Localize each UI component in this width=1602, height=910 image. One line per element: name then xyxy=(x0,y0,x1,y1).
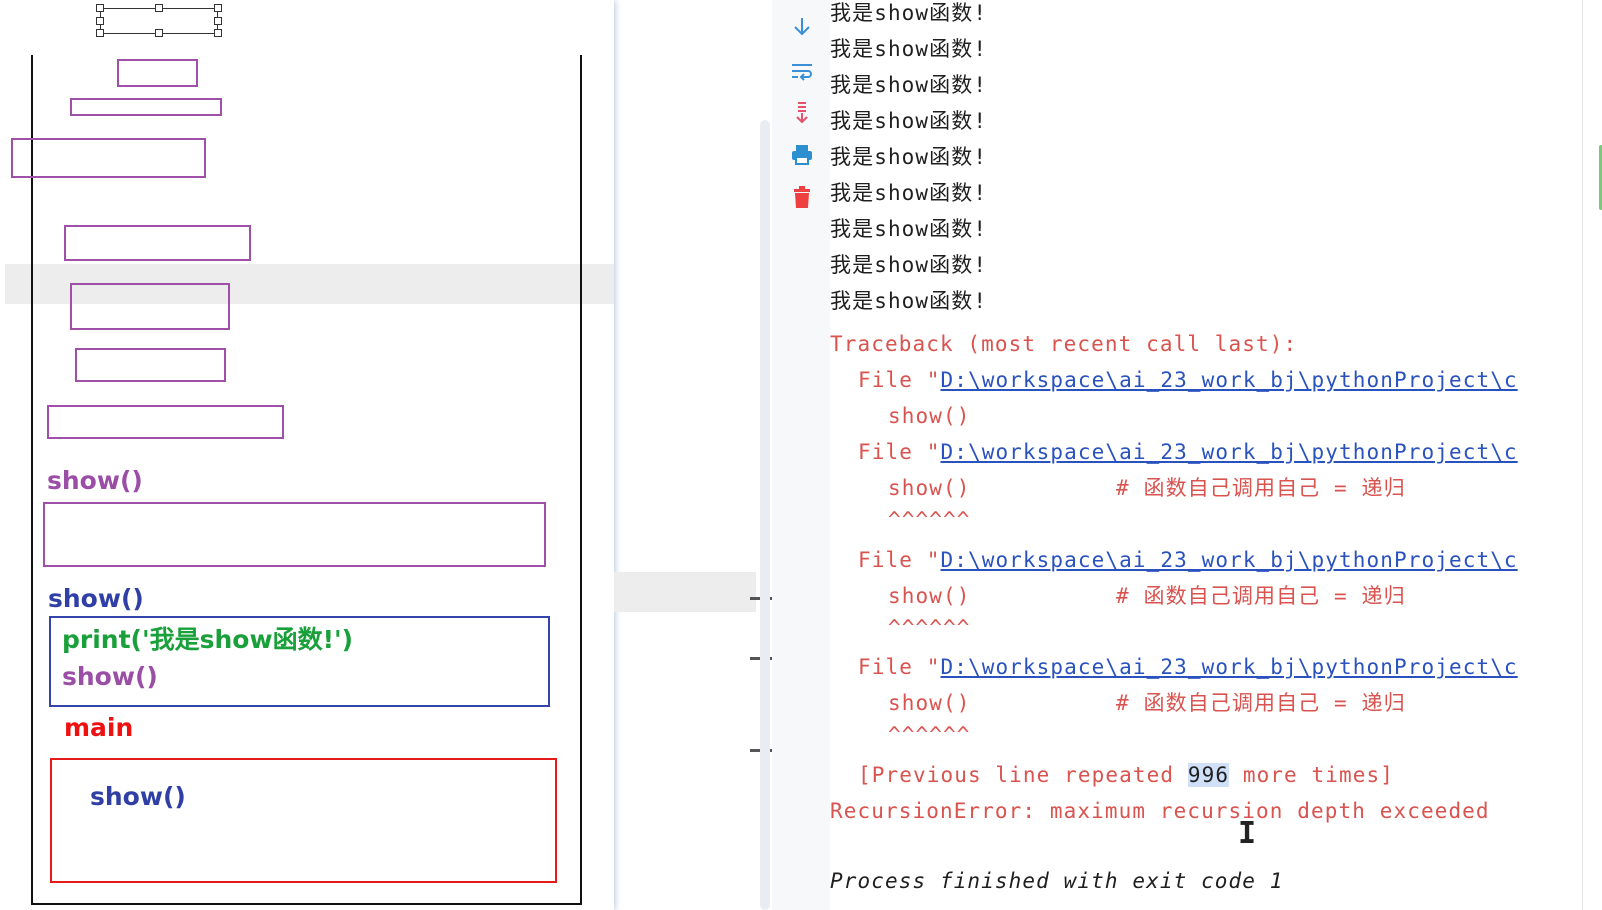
code-text: show() xyxy=(888,584,971,608)
stack-frame-box xyxy=(70,98,222,116)
stdout-line: 我是show函数! xyxy=(830,73,988,97)
stdout-line: 我是show函数! xyxy=(830,289,988,313)
stack-frame-box xyxy=(117,59,198,87)
caret-line: ^^^^^^ xyxy=(888,616,971,640)
text-cursor-icon: I xyxy=(1238,816,1257,851)
caret-line: ^^^^^^ xyxy=(888,723,971,747)
repeat-before: [Previous line repeated xyxy=(858,763,1188,787)
stack-frame-box xyxy=(43,502,546,567)
print-statement-label: print('我是show函数!') xyxy=(62,625,354,654)
file-prefix: File " xyxy=(858,368,941,392)
code-text: show() xyxy=(888,476,971,500)
stdout-line: 我是show函数! xyxy=(830,145,988,169)
main-frame-box xyxy=(50,758,557,883)
resize-handle[interactable] xyxy=(214,29,222,37)
soft-wrap-icon[interactable] xyxy=(789,58,815,84)
code-comment: # 函数自己调用自己 = 递归 xyxy=(1116,584,1406,608)
file-path-link[interactable]: D:\workspace\ai_23_work_bj\pythonProject… xyxy=(940,368,1517,392)
resize-handle[interactable] xyxy=(214,17,222,25)
scroll-to-end-icon[interactable] xyxy=(789,14,815,40)
file-prefix: File " xyxy=(858,655,941,679)
repeat-notice: [Previous line repeated 996 more times] xyxy=(858,760,1394,790)
run-console-output[interactable]: 我是show函数! 我是show函数! 我是show函数! 我是show函数! … xyxy=(830,0,1582,910)
file-path-link[interactable]: D:\workspace\ai_23_work_bj\pythonProject… xyxy=(940,548,1517,572)
stdout-line: 我是show函数! xyxy=(830,217,988,241)
file-prefix: File " xyxy=(858,548,941,572)
main-frame-label: main xyxy=(64,713,134,742)
show-call-label: show() xyxy=(47,466,143,495)
traceback-file-line: File "D:\workspace\ai_23_work_bj\pythonP… xyxy=(858,545,1518,575)
stdout-line: 我是show函数! xyxy=(830,109,988,133)
stack-frame-box xyxy=(11,138,206,178)
caret-line: ^^^^^^ xyxy=(888,508,971,532)
scroll-down-icon[interactable] xyxy=(789,100,815,126)
print-icon[interactable] xyxy=(789,142,815,168)
show-recursive-call-label: show() xyxy=(62,662,158,691)
stack-frame-box xyxy=(64,225,251,261)
repeat-after: more times] xyxy=(1229,763,1394,787)
stdout-line: 我是show函数! xyxy=(830,37,988,61)
code-comment: # 函数自己调用自己 = 递归 xyxy=(1116,691,1406,715)
traceback-file-line: File "D:\workspace\ai_23_work_bj\pythonP… xyxy=(858,652,1518,682)
main-show-call-label: show() xyxy=(90,782,186,811)
recursion-error-line: RecursionError: maximum recursion depth … xyxy=(830,799,1490,823)
file-path-link[interactable]: D:\workspace\ai_23_work_bj\pythonProject… xyxy=(940,655,1517,679)
resize-handle[interactable] xyxy=(214,4,222,12)
console-scrollbar[interactable] xyxy=(760,120,770,910)
stdout-line: 我是show函数! xyxy=(830,1,988,25)
console-toolbar xyxy=(772,0,830,910)
code-comment: # 函数自己调用自己 = 递归 xyxy=(1116,476,1406,500)
stdout-line: 我是show函数! xyxy=(830,253,988,277)
show-call-label: show() xyxy=(48,584,144,613)
resize-handle[interactable] xyxy=(96,17,104,25)
stack-frame-box xyxy=(47,405,284,439)
file-prefix: File " xyxy=(858,440,941,464)
editor-scrollbar[interactable] xyxy=(1582,0,1602,910)
traceback-file-line: File "D:\workspace\ai_23_work_bj\pythonP… xyxy=(858,365,1518,395)
stdout-line: 我是show函数! xyxy=(830,181,988,205)
process-exit-line: Process finished with exit code 1 xyxy=(830,869,1284,893)
traceback-header: Traceback (most recent call last): xyxy=(830,332,1298,356)
whiteboard-panel: show() show() print('我是show函数!') show() … xyxy=(0,0,614,910)
resize-handle[interactable] xyxy=(155,4,163,12)
resize-handle[interactable] xyxy=(96,29,104,37)
code-text: show() xyxy=(888,691,971,715)
stack-frame-box xyxy=(70,283,230,330)
stack-frame-box xyxy=(75,348,226,382)
resize-handle[interactable] xyxy=(96,4,104,12)
repeat-count-selection[interactable]: 996 xyxy=(1187,763,1230,787)
traceback-code-line: show() # 函数自己调用自己 = 递归 xyxy=(888,581,1582,611)
file-path-link[interactable]: D:\workspace\ai_23_work_bj\pythonProject… xyxy=(940,440,1517,464)
current-line-highlight xyxy=(614,572,756,612)
traceback-code-line: show() # 函数自己调用自己 = 递归 xyxy=(888,688,1582,718)
traceback-code-line: show() xyxy=(888,404,971,428)
resize-handle[interactable] xyxy=(155,29,163,37)
trash-icon[interactable] xyxy=(789,184,815,210)
traceback-file-line: File "D:\workspace\ai_23_work_bj\pythonP… xyxy=(858,437,1518,467)
traceback-code-line: show() # 函数自己调用自己 = 递归 xyxy=(888,473,1582,503)
